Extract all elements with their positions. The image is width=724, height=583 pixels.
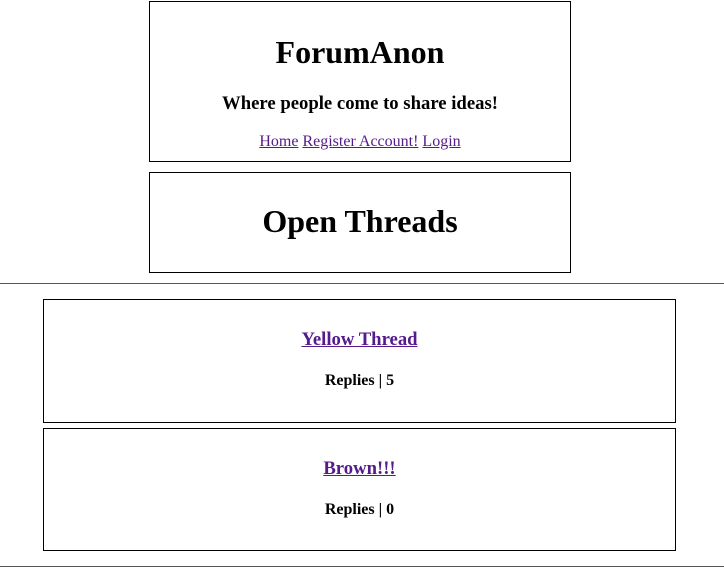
- replies-separator: |: [378, 501, 383, 518]
- replies-count: 0: [386, 501, 395, 518]
- thread-replies: Replies | 5: [44, 373, 675, 389]
- thread-replies: Replies | 0: [44, 502, 675, 518]
- thread-link[interactable]: Yellow Thread: [301, 329, 417, 350]
- site-header: ForumAnon Where people come to share ide…: [149, 1, 571, 162]
- main-nav: Home Register Account! Login: [150, 134, 570, 150]
- section-heading: Open Threads: [262, 203, 458, 239]
- thread-link[interactable]: Brown!!!: [323, 458, 395, 479]
- nav-link-login[interactable]: Login: [422, 133, 460, 150]
- thread-title: Brown!!!: [44, 458, 675, 479]
- thread-card: Brown!!! Replies | 0: [43, 428, 676, 551]
- replies-separator: |: [378, 372, 383, 389]
- nav-link-register[interactable]: Register Account!: [302, 133, 418, 150]
- site-tagline: Where people come to share ideas!: [222, 93, 498, 114]
- nav-link-home[interactable]: Home: [259, 133, 298, 150]
- divider: [0, 566, 724, 567]
- divider: [0, 283, 724, 284]
- thread-card: Yellow Thread Replies | 5: [43, 299, 676, 423]
- replies-count: 5: [386, 372, 395, 389]
- replies-label: Replies: [324, 372, 375, 389]
- replies-label: Replies: [324, 501, 375, 518]
- site-title: ForumAnon: [275, 34, 445, 70]
- thread-title: Yellow Thread: [44, 329, 675, 350]
